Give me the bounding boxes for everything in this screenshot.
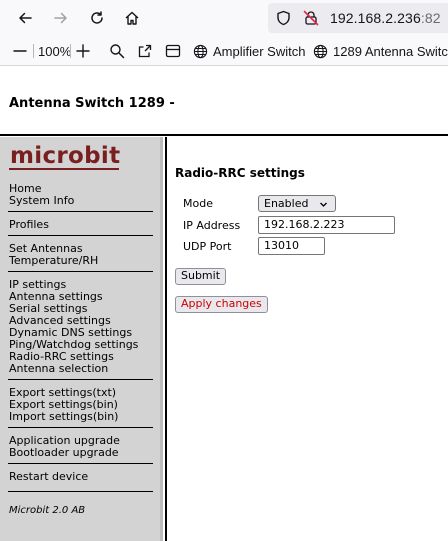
insecure-lock-icon[interactable]	[303, 10, 319, 30]
menu-divider	[8, 463, 153, 464]
menu-divider	[8, 491, 153, 492]
forward-arrow-icon[interactable]	[48, 5, 74, 31]
back-arrow-icon[interactable]	[12, 5, 38, 31]
menu-item-temperature-rh[interactable]: Temperature/RH	[9, 255, 98, 267]
toolbar-separator	[70, 44, 71, 58]
mode-value: Enabled	[264, 197, 309, 210]
menu-divider	[8, 427, 153, 428]
zoom-out-icon[interactable]	[13, 42, 27, 60]
menu-item-bootloader-upgrade[interactable]: Bootloader upgrade	[9, 447, 119, 459]
url-bar[interactable]: 192.168.2.236:82	[268, 3, 448, 33]
menu-item-profiles[interactable]: Profiles	[9, 219, 49, 231]
menu-divider	[8, 211, 153, 212]
sidebar-footer: Microbit 2.0 AB	[9, 505, 86, 516]
menu-item-restart-device[interactable]: Restart device	[9, 471, 88, 483]
menu-item-antenna-selection[interactable]: Antenna selection	[9, 363, 108, 375]
menu-divider	[8, 271, 153, 272]
page-header: Antenna Switch 1289 -	[0, 67, 448, 136]
sidebar-edge	[160, 137, 163, 541]
sidebar: microbit Home System Info Profiles Set A…	[0, 137, 163, 541]
home-icon[interactable]	[119, 5, 145, 31]
bookmark-1289-antenna-switch[interactable]: 1289 Antenna Switch	[313, 42, 448, 60]
bookmark-amplifier-switch[interactable]: Amplifier Switch	[193, 42, 305, 60]
page-title: Antenna Switch 1289 -	[9, 96, 175, 111]
menu-divider	[8, 379, 153, 380]
microbit-logo: microbit	[10, 143, 121, 169]
globe-icon	[313, 44, 328, 58]
zoom-level[interactable]: 100%	[38, 44, 71, 59]
browser-navbar: 192.168.2.236:82	[0, 0, 448, 36]
apply-changes-button[interactable]: Apply changes	[175, 296, 268, 313]
url-port: :82	[420, 10, 441, 26]
url-text: 192.168.2.236:82	[330, 10, 441, 26]
bookmark-label: Amplifier Switch	[213, 43, 306, 59]
mode-label: Mode	[183, 197, 213, 210]
submit-button[interactable]: Submit	[175, 268, 227, 285]
bookmarks-toolbar: 100% Amplifier Switch 1289 Antenna Switc…	[0, 36, 448, 66]
logo-underline	[9, 168, 119, 170]
menu-item-system-info[interactable]: System Info	[9, 195, 74, 207]
zoom-in-icon[interactable]	[76, 42, 90, 60]
globe-icon	[193, 44, 208, 58]
menu-divider	[8, 235, 153, 236]
udp-port-label: UDP Port	[183, 240, 232, 253]
sidebar-icon[interactable]	[165, 42, 181, 60]
share-icon[interactable]	[137, 42, 153, 60]
ip-address-field[interactable]: 192.168.2.223	[258, 216, 395, 234]
mode-select[interactable]: Enabled	[258, 195, 336, 212]
search-icon[interactable]	[109, 42, 125, 60]
content-border	[165, 137, 167, 541]
chevron-down-icon	[319, 199, 328, 212]
reload-icon[interactable]	[84, 5, 110, 31]
udp-port-field[interactable]: 13010	[258, 237, 325, 255]
section-heading: Radio-RRC settings	[175, 166, 305, 180]
menu-item-import-settings-bin[interactable]: Import settings(bin)	[9, 411, 118, 423]
shield-icon[interactable]	[276, 10, 291, 30]
ip-address-label: IP Address	[183, 219, 241, 232]
bookmark-label: 1289 Antenna Switch	[333, 43, 448, 59]
url-host: 192.168.2.236	[330, 10, 421, 26]
toolbar-separator	[33, 44, 34, 58]
